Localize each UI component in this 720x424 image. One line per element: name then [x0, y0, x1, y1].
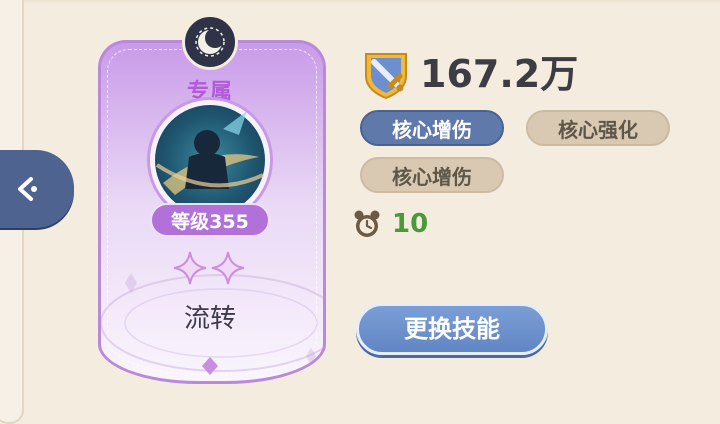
star-icon	[173, 251, 207, 285]
gem-icon	[202, 357, 218, 375]
star-rating	[173, 251, 245, 285]
cooldown-value: 10	[392, 209, 429, 239]
tag-core-damage: 核心增伤	[360, 110, 504, 146]
sword-shield-icon	[365, 53, 407, 100]
power-value: 167.2万	[420, 52, 579, 96]
skill-name: 流转	[183, 304, 236, 334]
back-button[interactable]	[0, 150, 74, 228]
tag-core-enhance: 核心强化	[526, 110, 670, 146]
top-edge	[0, 0, 720, 4]
chevron-left-icon	[18, 177, 37, 201]
skill-portrait	[150, 100, 270, 220]
level-badge: 等级355	[150, 203, 270, 237]
change-skill-button[interactable]: 更换技能	[356, 303, 548, 355]
crescent-moon-icon	[195, 27, 225, 57]
moon-badge	[182, 14, 238, 70]
star-icon	[211, 251, 245, 285]
tag-core-damage-2: 核心增伤	[360, 157, 504, 193]
warrior-silhouette-icon	[155, 111, 264, 195]
alarm-clock-icon	[354, 210, 380, 237]
